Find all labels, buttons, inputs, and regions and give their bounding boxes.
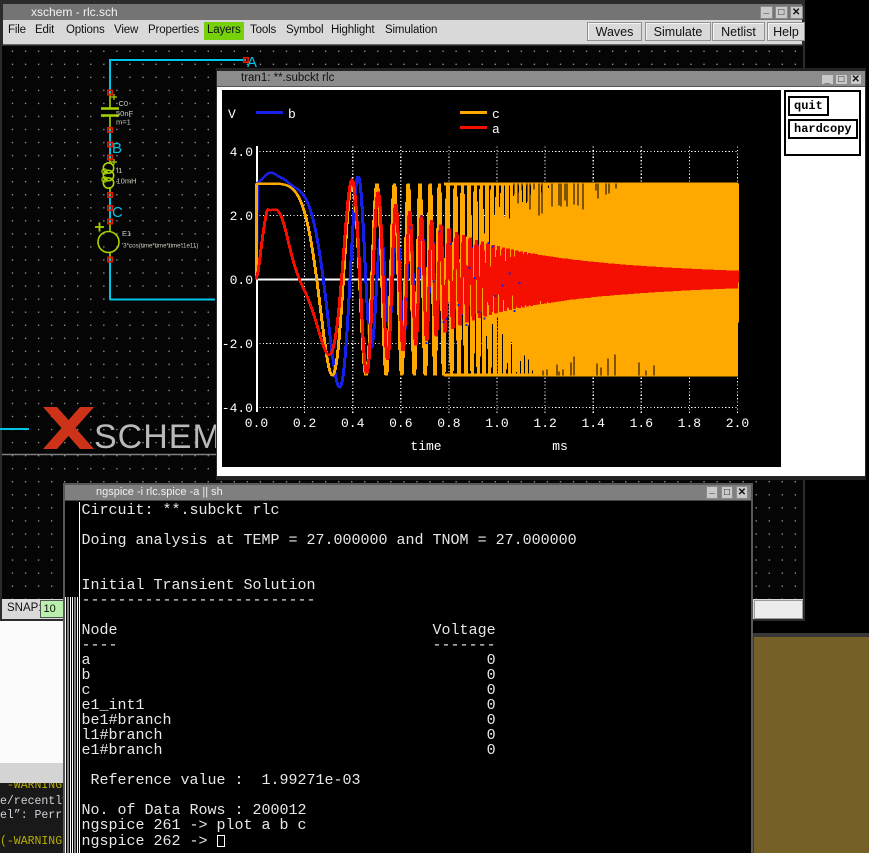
svg-text:1.2: 1.2 [533,416,556,431]
svg-text:m=1: m=1 [116,118,131,127]
svg-text:10mH: 10mH [117,177,137,186]
svg-text:a: a [492,122,500,137]
svg-text:1.6: 1.6 [629,416,652,431]
svg-text:1.4: 1.4 [581,416,605,431]
svg-text:4.0: 4.0 [229,145,252,160]
svg-text:0.6: 0.6 [389,416,412,431]
svg-text:2.0: 2.0 [229,209,252,224]
svg-text:V: V [228,107,236,122]
svg-text:time: time [410,439,441,454]
svg-text:1.0: 1.0 [485,416,508,431]
svg-text:C0: C0 [119,99,129,108]
svg-text:0.8: 0.8 [437,416,460,431]
svg-text:ms: ms [552,439,568,454]
svg-text:E1: E1 [122,229,131,238]
svg-text:SCHEM: SCHEM [94,418,222,456]
svg-text:0.0: 0.0 [244,416,267,431]
svg-text:C: C [112,204,123,221]
svg-text:0.0: 0.0 [229,273,252,288]
svg-text:0.4: 0.4 [340,416,364,431]
svg-text:2.0: 2.0 [725,416,748,431]
svg-text:b: b [288,107,296,122]
svg-text:1.8: 1.8 [677,416,700,431]
svg-text:-4.0: -4.0 [221,401,252,416]
svg-text:'3*cos(time*time*time*1e11): '3*cos(time*time*time*1e11) [122,243,198,250]
svg-text:-2.0: -2.0 [221,337,252,352]
svg-text:B: B [112,140,122,157]
svg-text:0.2: 0.2 [292,416,315,431]
svg-text:l1: l1 [117,166,123,175]
svg-text:c: c [492,107,500,122]
